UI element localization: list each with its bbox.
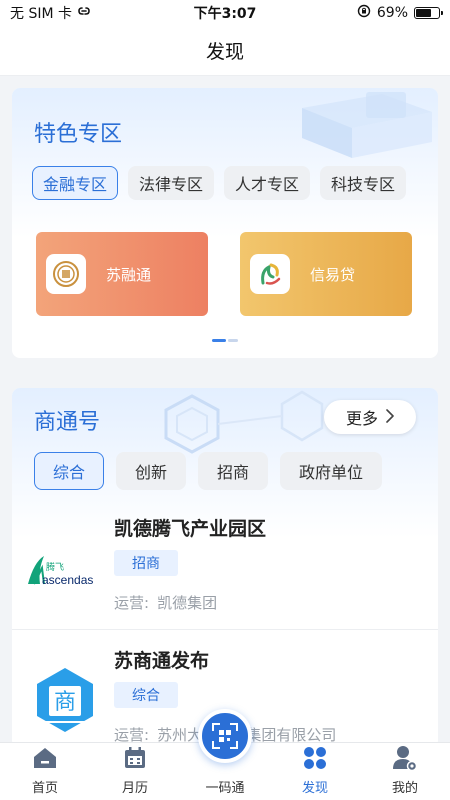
calendar-icon	[122, 745, 148, 771]
rotation-lock-icon	[357, 4, 371, 22]
ascendas-logo-small-text: 腾飞	[46, 561, 64, 573]
business-accounts-title: 商通号	[34, 410, 101, 435]
tab-profile[interactable]: 我的	[360, 743, 450, 800]
chip-comprehensive[interactable]: 综合	[34, 452, 105, 490]
tab-home[interactable]: 首页	[0, 743, 90, 800]
tab-calendar[interactable]: 月历	[90, 743, 180, 800]
status-right: 69%	[357, 4, 443, 22]
business-item-operator: 运营: 凯德集团	[114, 592, 217, 613]
chip-finance[interactable]: 金融专区	[32, 166, 119, 200]
featured-zone-title: 特色专区	[34, 122, 123, 147]
chip-technology[interactable]: 科技专区	[320, 166, 407, 200]
chip-investment[interactable]: 招商	[198, 452, 269, 490]
sushangtong-logo-icon: 商	[24, 664, 106, 736]
featured-zone-card: 特色专区 金融专区 法律专区 人才专区 科技专区 苏融通 信易贷	[12, 88, 438, 358]
business-accounts-card: 商通号 更多 综合 创新 招商 政府单位 腾飞 ascendas 凯德腾飞产业园…	[12, 388, 438, 748]
discover-icon	[302, 745, 328, 771]
service-label-xinyidai: 信易贷	[310, 265, 356, 284]
carousel-indicator	[12, 339, 438, 342]
home-icon	[32, 745, 58, 771]
ascendas-logo-text: ascendas	[42, 573, 93, 587]
featured-category-chips: 金融专区 法律专区 人才专区 科技专区	[32, 166, 407, 200]
business-item-tag: 招商	[114, 550, 178, 576]
operator-name: 凯德集团	[157, 594, 218, 612]
tab-label: 发现	[301, 781, 328, 796]
xinyidai-logo-icon	[250, 254, 290, 294]
more-button[interactable]: 更多	[324, 400, 416, 434]
operator-label: 运营:	[114, 594, 150, 612]
chip-innovation[interactable]: 创新	[116, 452, 187, 490]
tab-label: 月历	[121, 781, 148, 796]
sushangtong-logo-text: 商	[54, 690, 76, 715]
business-item-name: 苏商通发布	[114, 650, 210, 672]
chevron-right-icon	[386, 408, 394, 427]
battery-icon	[414, 7, 443, 19]
navigation-bar: 发现	[0, 26, 450, 76]
qr-scan-button[interactable]	[198, 709, 252, 763]
chip-government[interactable]: 政府单位	[280, 452, 383, 490]
business-list-item[interactable]: 腾飞 ascendas 凯德腾飞产业园区 招商 运营: 凯德集团	[12, 506, 438, 630]
carousel-dot	[228, 339, 238, 342]
service-label-surongtong: 苏融通	[106, 265, 152, 284]
chip-legal[interactable]: 法律专区	[128, 166, 215, 200]
chip-talent[interactable]: 人才专区	[224, 166, 311, 200]
page-title: 发现	[205, 41, 244, 63]
business-category-chips: 综合 创新 招商 政府单位	[34, 452, 383, 490]
battery-level	[416, 9, 432, 17]
qr-scan-icon	[212, 723, 238, 749]
tab-label: 一码通	[205, 781, 245, 796]
tab-discover[interactable]: 发现	[270, 743, 360, 800]
status-left: 无 SIM 卡	[10, 3, 92, 23]
more-button-label: 更多	[345, 409, 378, 428]
status-bar: 无 SIM 卡 下午3:07 69%	[0, 0, 450, 26]
sronghtong-logo-icon	[46, 254, 86, 294]
decorative-hexagon-illustration	[164, 390, 324, 454]
profile-icon	[392, 745, 418, 771]
carousel-dot-active	[212, 339, 226, 342]
carrier-label: 无 SIM 卡	[10, 6, 72, 22]
service-tile-surongtong[interactable]: 苏融通	[36, 232, 208, 316]
tab-one-code[interactable]: 一码通	[180, 709, 270, 800]
battery-percent: 69%	[376, 5, 408, 21]
business-item-tag: 综合	[114, 682, 178, 708]
tab-label: 首页	[31, 781, 58, 796]
bottom-tab-bar: 首页 月历 一码通 发现 我的	[0, 709, 450, 800]
service-tile-xinyidai[interactable]: 信易贷	[240, 232, 412, 316]
tab-label: 我的	[391, 781, 418, 796]
link-icon	[76, 5, 92, 21]
business-item-name: 凯德腾飞产业园区	[114, 518, 267, 540]
ascendas-logo-icon: 腾飞 ascendas	[24, 540, 106, 596]
decorative-cube-illustration	[302, 92, 432, 158]
